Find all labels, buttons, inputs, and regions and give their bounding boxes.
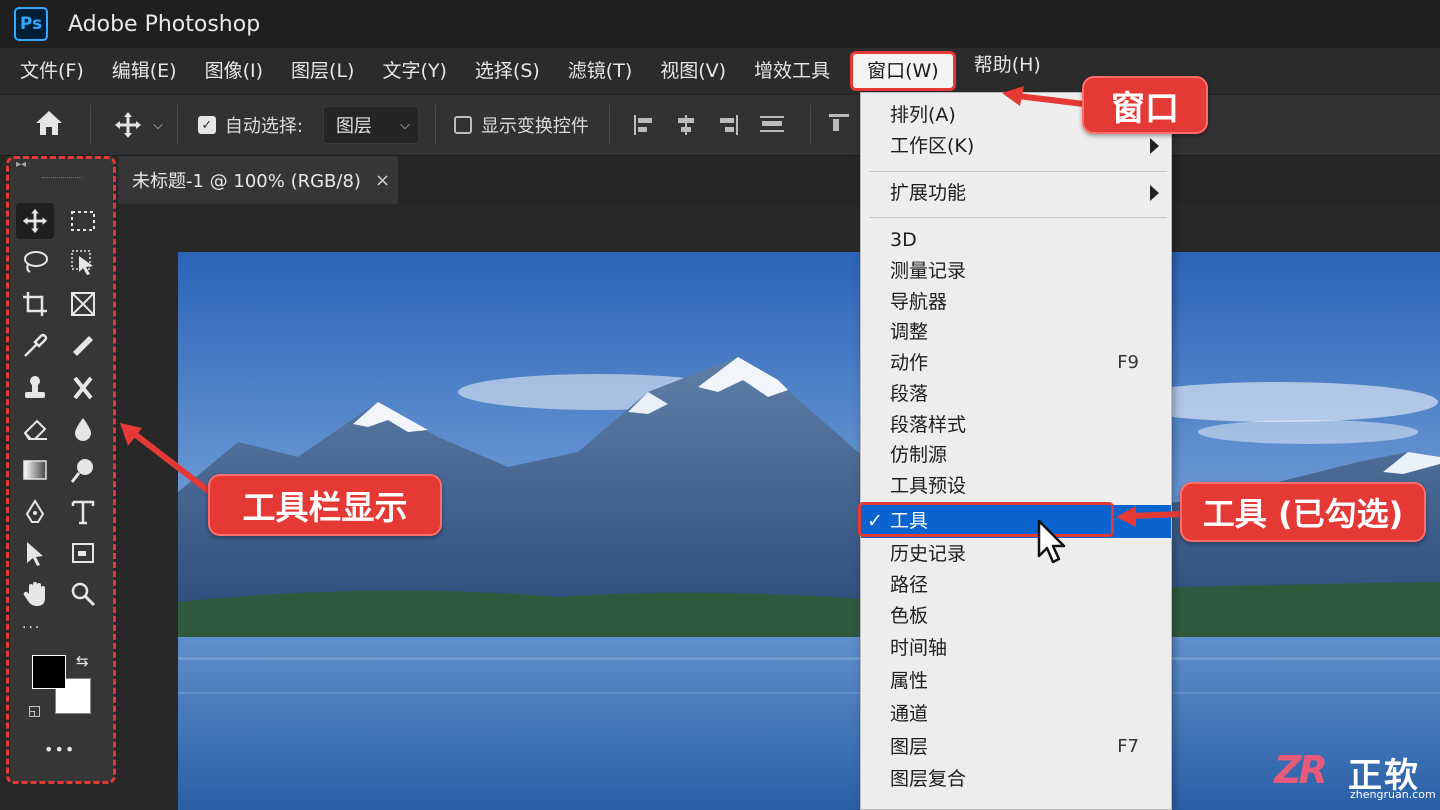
watermark: ZR 正软 zhengruan.com: [1270, 748, 1440, 808]
watermark-url: zhengruan.com: [1350, 788, 1436, 801]
callout-window: 窗口: [1082, 76, 1208, 134]
callout-tool-checked: 工具 (已勾选): [1180, 482, 1426, 542]
watermark-logo: ZR: [1274, 748, 1328, 792]
callout-toolbar-shown: 工具栏显示: [208, 474, 442, 536]
callout-arrows: [120, 86, 1183, 527]
